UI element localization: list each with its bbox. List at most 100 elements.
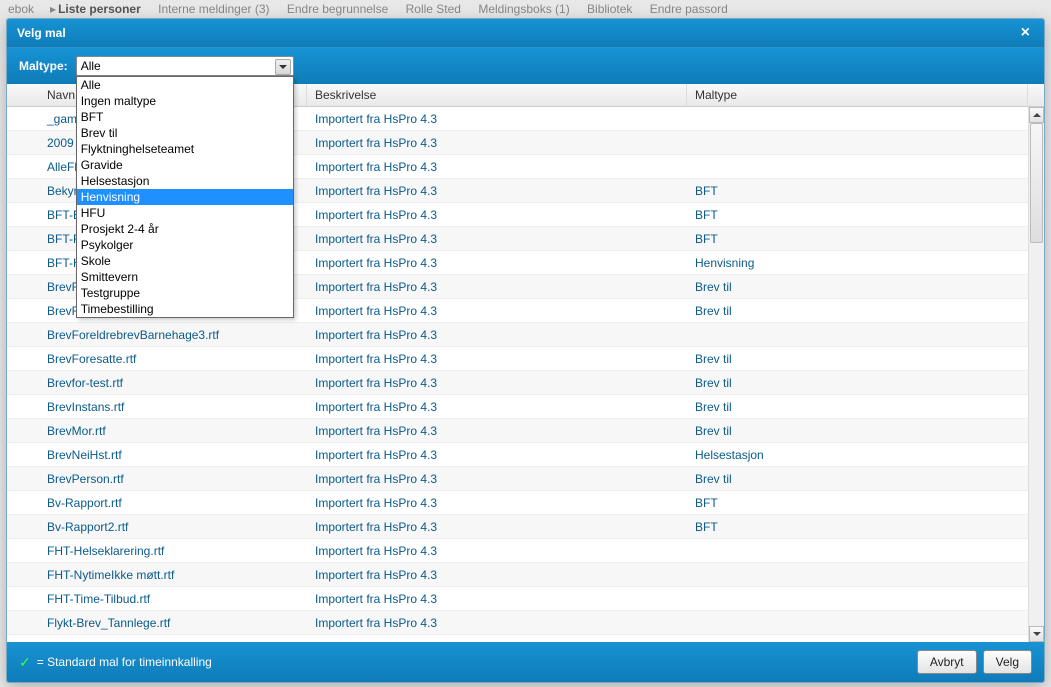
nav-item[interactable]: Bibliotek	[587, 2, 632, 16]
cell-beskrivelse: Importert fra HsPro 4.3	[307, 424, 687, 438]
cell-beskrivelse: Importert fra HsPro 4.3	[307, 448, 687, 462]
close-icon[interactable]: ×	[1017, 25, 1034, 41]
cell-maltype: Brev til	[687, 472, 1028, 486]
cell-navn: BrevForeldrebrevBarnehage3.rtf	[7, 328, 307, 342]
cell-maltype: Brev til	[687, 400, 1028, 414]
scroll-up-icon[interactable]	[1029, 107, 1044, 123]
maltype-option[interactable]: Ingen maltype	[77, 93, 293, 109]
table-row[interactable]: Bv-Rapport2.rtfImportert fra HsPro 4.3BF…	[7, 515, 1028, 539]
col-header-beskrivelse[interactable]: Beskrivelse	[307, 84, 687, 106]
maltype-option[interactable]: Smittevern	[77, 269, 293, 285]
maltype-option[interactable]: Prosjekt 2-4 år	[77, 221, 293, 237]
modal-footer: ✓ = Standard mal for timeinnkalling Avbr…	[7, 642, 1044, 682]
scroll-thumb[interactable]	[1030, 123, 1043, 243]
table-row[interactable]: FHT-NytimeIkke møtt.rtfImportert fra HsP…	[7, 563, 1028, 587]
cancel-button[interactable]: Avbryt	[917, 650, 977, 674]
cell-navn: BrevForesatte.rtf	[7, 352, 307, 366]
cell-maltype: Brev til	[687, 304, 1028, 318]
maltype-option[interactable]: Timebestilling	[77, 301, 293, 317]
vertical-scrollbar[interactable]	[1028, 107, 1044, 642]
maltype-option[interactable]: Testgruppe	[77, 285, 293, 301]
ok-button[interactable]: Velg	[983, 650, 1032, 674]
cell-beskrivelse: Importert fra HsPro 4.3	[307, 328, 687, 342]
nav-item[interactable]: Endre passord	[650, 2, 728, 16]
nav-item[interactable]: Rolle Sted	[406, 2, 461, 16]
cell-maltype: Brev til	[687, 352, 1028, 366]
nav-item[interactable]: Meldingsboks (1)	[478, 2, 569, 16]
cell-beskrivelse: Importert fra HsPro 4.3	[307, 184, 687, 198]
table-row[interactable]: BrevMor.rtfImportert fra HsPro 4.3Brev t…	[7, 419, 1028, 443]
cell-navn: Flykt-Brev_Tannlege.rtf	[7, 616, 307, 630]
cell-beskrivelse: Importert fra HsPro 4.3	[307, 472, 687, 486]
modal-header: Velg mal ×	[7, 19, 1044, 47]
cell-maltype: BFT	[687, 208, 1028, 222]
cell-navn: Bv-Rapport2.rtf	[7, 520, 307, 534]
cell-maltype: Brev til	[687, 280, 1028, 294]
cell-maltype: BFT	[687, 496, 1028, 510]
table-row[interactable]: BrevPerson.rtfImportert fra HsPro 4.3Bre…	[7, 467, 1028, 491]
cell-beskrivelse: Importert fra HsPro 4.3	[307, 256, 687, 270]
cell-beskrivelse: Importert fra HsPro 4.3	[307, 616, 687, 630]
cell-beskrivelse: Importert fra HsPro 4.3	[307, 376, 687, 390]
cell-maltype: Brev til	[687, 376, 1028, 390]
maltype-dropdown[interactable]: AlleIngen maltypeBFTBrev tilFlyktninghel…	[76, 76, 294, 318]
footer-legend: ✓ = Standard mal for timeinnkalling	[19, 655, 212, 669]
cell-beskrivelse: Importert fra HsPro 4.3	[307, 352, 687, 366]
filter-bar: Maltype: Alle AlleIngen maltypeBFTBrev t…	[7, 47, 1044, 84]
cell-navn: BrevMor.rtf	[7, 424, 307, 438]
breadcrumb-active[interactable]: Liste personer	[58, 2, 141, 16]
cell-maltype: BFT	[687, 184, 1028, 198]
cell-beskrivelse: Importert fra HsPro 4.3	[307, 280, 687, 294]
cell-navn: BrevPerson.rtf	[7, 472, 307, 486]
cell-beskrivelse: Importert fra HsPro 4.3	[307, 232, 687, 246]
table-row[interactable]: BrevInstans.rtfImportert fra HsPro 4.3Br…	[7, 395, 1028, 419]
maltype-option[interactable]: BFT	[77, 109, 293, 125]
cell-maltype: Helsestasjon	[687, 448, 1028, 462]
cell-beskrivelse: Importert fra HsPro 4.3	[307, 496, 687, 510]
table-row[interactable]: Bv-Rapport.rtfImportert fra HsPro 4.3BFT	[7, 491, 1028, 515]
cell-navn: FHT-NytimeIkke møtt.rtf	[7, 568, 307, 582]
cell-beskrivelse: Importert fra HsPro 4.3	[307, 112, 687, 126]
cell-navn: BrevNeiHst.rtf	[7, 448, 307, 462]
cell-maltype: Henvisning	[687, 256, 1028, 270]
cell-maltype: BFT	[687, 520, 1028, 534]
maltype-option[interactable]: Brev til	[77, 125, 293, 141]
table-row[interactable]: Flykt-Brev_Tannlege.rtfImportert fra HsP…	[7, 611, 1028, 635]
nav-item[interactable]: Endre begrunnelse	[287, 2, 388, 16]
legend-text: = Standard mal for timeinnkalling	[37, 655, 212, 669]
scroll-down-icon[interactable]	[1029, 626, 1044, 642]
maltype-option[interactable]: Psykolger	[77, 237, 293, 253]
maltype-option[interactable]: HFU	[77, 205, 293, 221]
maltype-option[interactable]: Gravide	[77, 157, 293, 173]
cell-beskrivelse: Importert fra HsPro 4.3	[307, 544, 687, 558]
table-row[interactable]: Brevfor-test.rtfImportert fra HsPro 4.3B…	[7, 371, 1028, 395]
table-row[interactable]: FHT-Helseklarering.rtfImportert fra HsPr…	[7, 539, 1028, 563]
cell-maltype: BFT	[687, 232, 1028, 246]
maltype-select-value[interactable]: Alle	[76, 56, 294, 76]
table-row[interactable]: FHT-Time-Tilbud.rtfImportert fra HsPro 4…	[7, 587, 1028, 611]
cell-beskrivelse: Importert fra HsPro 4.3	[307, 304, 687, 318]
maltype-option[interactable]: Henvisning	[77, 189, 293, 205]
maltype-select[interactable]: Alle AlleIngen maltypeBFTBrev tilFlyktni…	[76, 56, 294, 76]
maltype-label: Maltype:	[19, 59, 68, 73]
table-row[interactable]: BrevForesatte.rtfImportert fra HsPro 4.3…	[7, 347, 1028, 371]
cell-beskrivelse: Importert fra HsPro 4.3	[307, 160, 687, 174]
maltype-option[interactable]: Alle	[77, 77, 293, 93]
table-row[interactable]: BrevNeiHst.rtfImportert fra HsPro 4.3Hel…	[7, 443, 1028, 467]
cell-beskrivelse: Importert fra HsPro 4.3	[307, 568, 687, 582]
check-icon: ✓	[19, 655, 31, 669]
nav-item[interactable]: Interne meldinger (3)	[158, 2, 269, 16]
cell-navn: Brevfor-test.rtf	[7, 376, 307, 390]
background-nav: ebok▸Liste personer Interne meldinger (3…	[0, 0, 1051, 18]
maltype-option[interactable]: Helsestasjon	[77, 173, 293, 189]
maltype-option[interactable]: Skole	[77, 253, 293, 269]
col-header-scroll	[1028, 84, 1044, 106]
col-header-maltype[interactable]: Maltype	[687, 84, 1028, 106]
table-row[interactable]: BrevForeldrebrevBarnehage3.rtfImportert …	[7, 323, 1028, 347]
cell-navn: BrevInstans.rtf	[7, 400, 307, 414]
modal-title: Velg mal	[17, 26, 66, 40]
cell-navn: FHT-Helseklarering.rtf	[7, 544, 307, 558]
breadcrumb-prefix: ebok	[8, 2, 34, 16]
cell-navn: Bv-Rapport.rtf	[7, 496, 307, 510]
maltype-option[interactable]: Flyktninghelseteamet	[77, 141, 293, 157]
